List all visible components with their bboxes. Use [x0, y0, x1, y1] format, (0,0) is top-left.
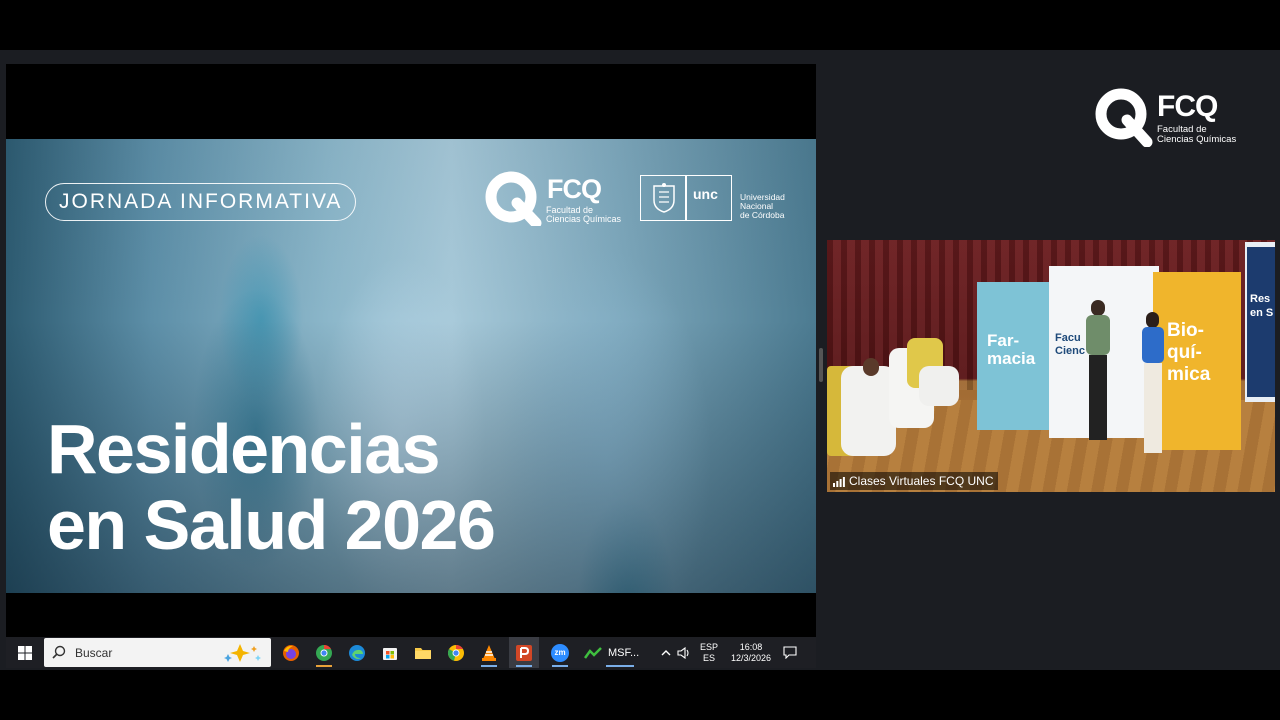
store-button[interactable] — [377, 637, 403, 668]
clock[interactable]: 16:08 12/3/2026 — [726, 637, 776, 668]
chrome-beta-icon — [316, 644, 332, 661]
fcq-logo-subtitle: Facultad de Ciencias Químicas — [546, 205, 622, 224]
volume-icon — [677, 646, 689, 659]
vlc-icon — [482, 644, 496, 661]
msf-button[interactable]: MSF... — [584, 637, 646, 668]
fcq-q-icon — [1095, 88, 1153, 147]
signal-bars-icon — [833, 476, 845, 487]
fcq-q-icon — [485, 171, 542, 226]
presentation-slide: JORNADA INFORMATIVA FCQ Facultad de Cien… — [6, 139, 816, 593]
banner-farmacia: Far- macia — [977, 282, 1053, 430]
shared-screen: JORNADA INFORMATIVA FCQ Facultad de Cien… — [6, 64, 816, 668]
chevron-up-icon — [661, 649, 671, 655]
search-icon — [52, 645, 66, 659]
store-icon — [383, 647, 397, 660]
chrome-icon — [447, 644, 464, 661]
notification-icon — [783, 646, 797, 659]
projection-screen: Res en S — [1245, 242, 1275, 402]
taskbar: Buscar zm MSF... ESP ES 16:08 12/3/2026 — [6, 637, 816, 668]
fcq-logo: FCQ Facultad de Ciencias Químicas — [484, 170, 624, 226]
brand-name: FCQ — [1157, 90, 1218, 123]
vlc-button[interactable] — [476, 637, 502, 668]
powerpoint-button[interactable] — [509, 637, 539, 668]
search-placeholder: Buscar — [75, 646, 113, 660]
msf-label: MSF... — [608, 646, 640, 659]
firefox-icon — [283, 644, 299, 661]
chrome-button[interactable] — [443, 637, 469, 668]
tray-overflow-button[interactable] — [658, 637, 674, 668]
chrome-beta-button[interactable] — [311, 637, 337, 668]
msf-icon — [584, 646, 602, 659]
fcq-logo-name: FCQ — [547, 174, 602, 204]
unc-logo: unc Universidad Nacional de Córdoba — [640, 175, 816, 223]
powerpoint-icon — [516, 644, 532, 661]
start-button[interactable] — [14, 637, 36, 668]
edge-button[interactable] — [344, 637, 370, 668]
zoom-icon: zm — [554, 648, 566, 657]
firefox-button[interactable] — [278, 637, 304, 668]
unc-crest-icon — [653, 183, 675, 213]
sparkle-icon — [224, 644, 261, 662]
brand-subtitle: Facultad de Ciencias Químicas — [1157, 124, 1237, 145]
volume-button[interactable] — [676, 637, 692, 668]
person-speaker-2 — [1139, 312, 1167, 460]
unc-logo-mark: unc — [693, 186, 718, 202]
windows-icon — [18, 645, 32, 660]
edge-icon — [349, 644, 365, 661]
split-resize-handle[interactable] — [819, 348, 823, 382]
taskbar-search[interactable]: Buscar — [44, 638, 271, 667]
slide-tag: JORNADA INFORMATIVA — [45, 183, 357, 221]
fcq-brand-logo: FCQ Facultad de Ciencias Químicas — [1094, 87, 1264, 149]
language-indicator[interactable]: ESP ES — [696, 637, 722, 668]
camera-video[interactable]: Res en S Far- macia Facu Cienc Bio- quí-… — [827, 240, 1275, 492]
file-explorer-icon — [415, 647, 431, 659]
camera-name-label: Clases Virtuales FCQ UNC — [830, 472, 999, 490]
person-speaker-1 — [1083, 300, 1113, 450]
unc-logo-name: Universidad Nacional de Córdoba — [740, 192, 785, 220]
file-explorer-button[interactable] — [410, 637, 436, 668]
zoom-button[interactable]: zm — [547, 637, 573, 668]
notifications-button[interactable] — [780, 637, 800, 668]
slide-title: Residencias en Salud 2026 — [47, 410, 496, 564]
audience — [827, 336, 967, 476]
